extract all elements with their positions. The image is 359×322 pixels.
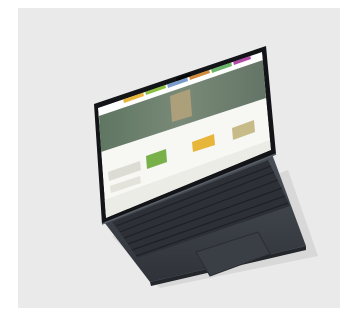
laptop-photo	[94, 46, 318, 288]
